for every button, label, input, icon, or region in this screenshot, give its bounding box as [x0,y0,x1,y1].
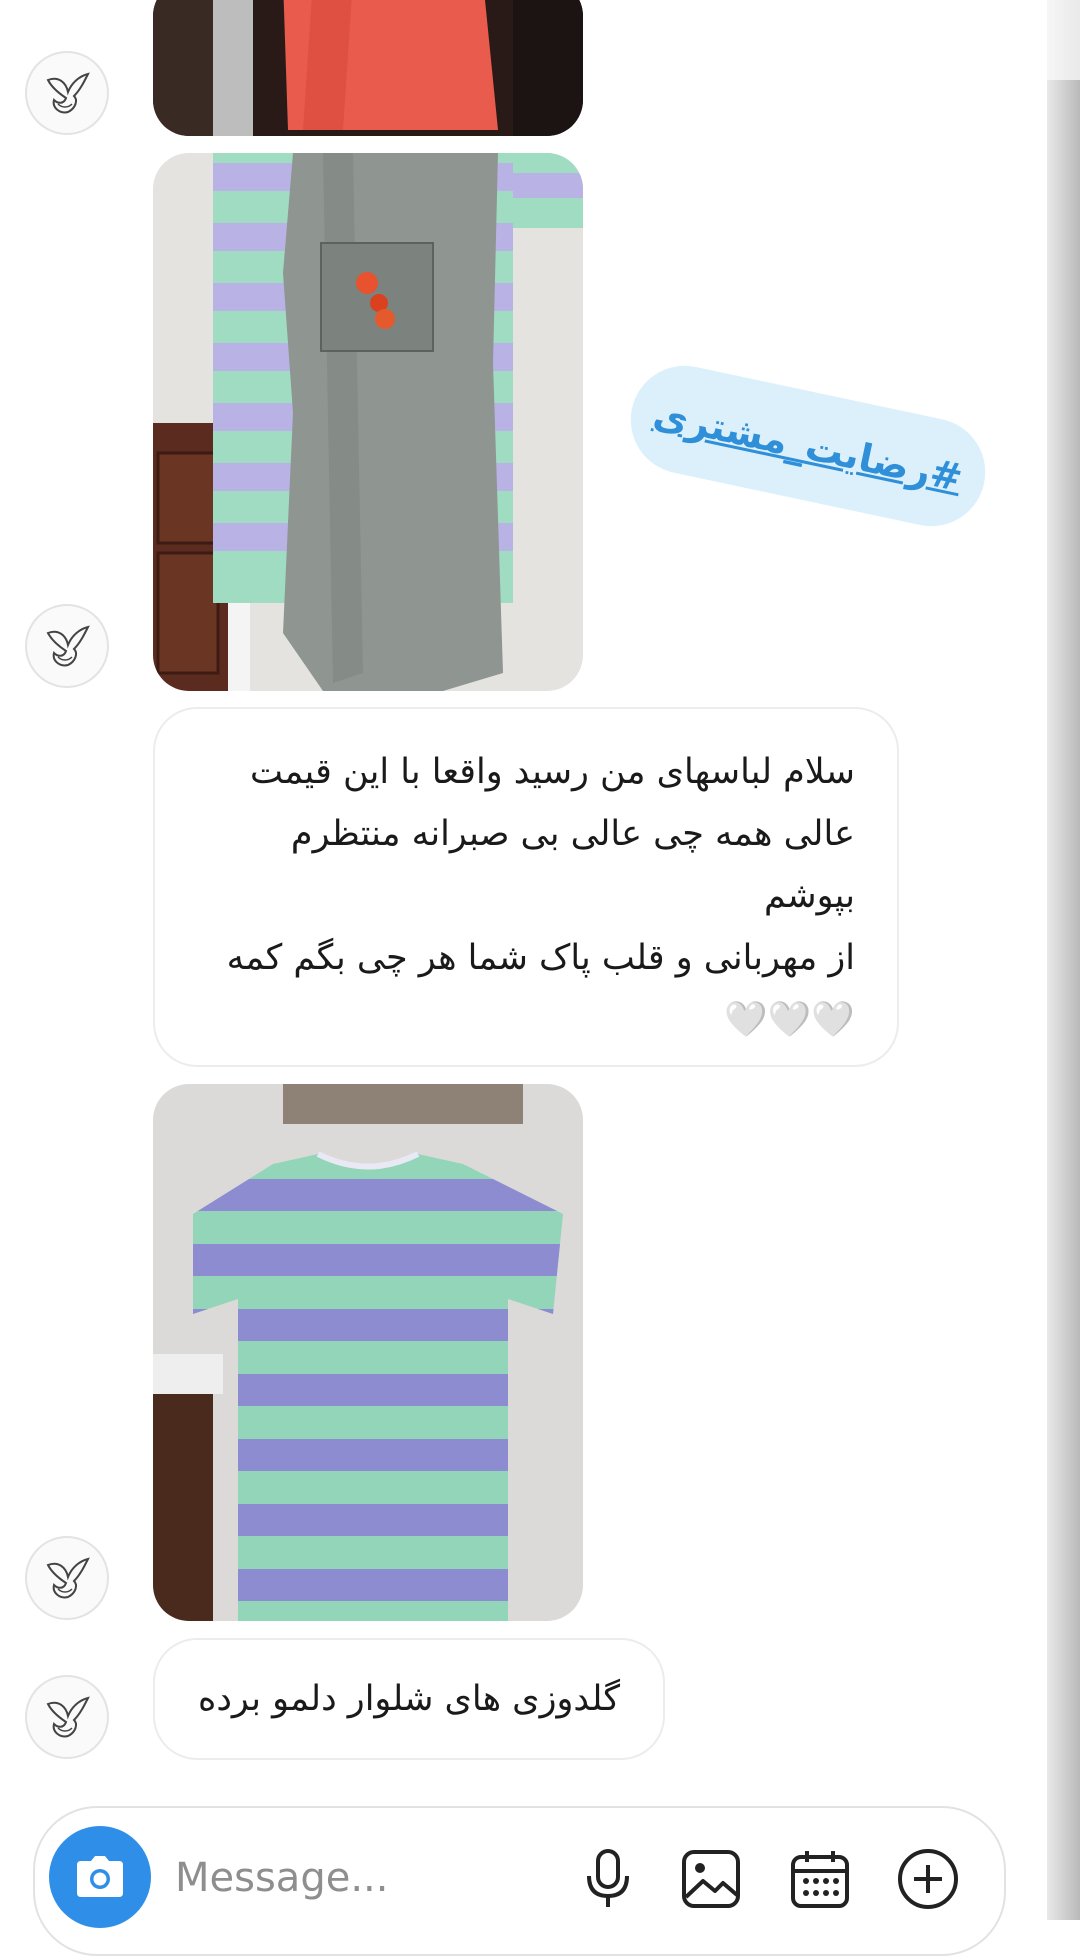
message-text: گلدوزی های شلوار دلمو برده [198,1679,620,1719]
text-message-bubble[interactable]: سلام لباسهای من رسید واقعا با این قیمت ع… [153,707,899,1067]
image-icon [682,1850,740,1908]
add-icon [898,1849,958,1909]
message-composer [33,1806,1006,1956]
microphone-icon [587,1849,629,1907]
more-options-button[interactable] [893,1844,963,1914]
photo-message-striped-tshirt[interactable] [153,1084,583,1621]
calendar-icon [791,1851,849,1908]
sender-avatar[interactable] [25,604,109,688]
sender-avatar[interactable] [25,51,109,135]
side-scroll-band [1047,0,1080,1920]
hashtag-text: #رضایت_مشتری [649,391,967,501]
text-message-bubble[interactable]: گلدوزی های شلوار دلمو برده [153,1638,665,1760]
red-garment-image [153,0,583,136]
photo-message-pants[interactable] [153,153,583,691]
schedule-button[interactable] [785,1844,855,1914]
sender-avatar[interactable] [25,1536,109,1620]
camera-button[interactable] [49,1826,151,1928]
tshirt-image [153,1084,583,1621]
hashtag-sticker[interactable]: #رضایت_مشتری [620,355,996,537]
pants-image [153,153,583,691]
bird-logo-icon [46,1557,90,1599]
photo-message-red-garment[interactable] [153,0,583,136]
gallery-button[interactable] [676,1844,746,1914]
message-input[interactable] [173,1838,597,1918]
camera-icon [77,1856,123,1897]
bird-logo-icon [46,1696,90,1738]
bird-logo-icon [46,625,90,667]
bird-logo-icon [46,72,90,114]
voice-message-button[interactable] [573,1844,643,1914]
sender-avatar[interactable] [25,1675,109,1759]
